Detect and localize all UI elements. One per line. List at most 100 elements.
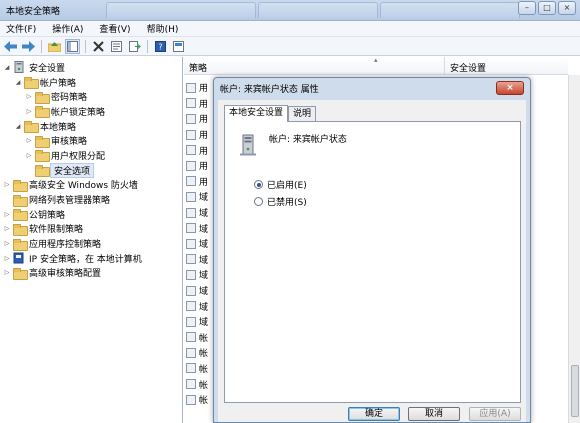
tree-node[interactable]: ▷ 审核策略 <box>0 133 182 148</box>
menu-help[interactable]: 帮助(H) <box>145 22 181 35</box>
collapsed-arrow-icon[interactable]: ▷ <box>3 240 11 248</box>
menu-file[interactable]: 文件(F) <box>4 22 38 35</box>
console-tree[interactable]: ◢ 安全设置 ◢ 帐户策略 ▷ 密码策略 ▷ 帐户锁定策略 ◢ 本地策略 ▷ 审核策略 ▷ 用户权限分配安… <box>0 57 183 423</box>
maximize-button[interactable]: □ <box>538 1 556 15</box>
table-row[interactable]: 用 <box>186 174 208 190</box>
properties-button[interactable] <box>109 39 124 54</box>
help-button[interactable]: ? <box>153 39 168 54</box>
collapsed-arrow-icon[interactable]: ▷ <box>3 269 11 277</box>
tree-node[interactable]: ▷ 密码策略 <box>0 89 182 104</box>
table-row[interactable]: 帐 <box>186 345 208 361</box>
table-row[interactable]: 用 <box>186 158 208 174</box>
expanded-arrow-icon[interactable]: ◢ <box>3 63 11 71</box>
disabled-radio[interactable] <box>254 197 263 206</box>
collapsed-arrow-icon[interactable]: ▷ <box>3 181 11 189</box>
tab-explain[interactable]: 说明 <box>288 106 317 121</box>
policy-item-icon <box>186 347 196 358</box>
delete-x-icon <box>93 40 104 52</box>
collapsed-arrow-icon[interactable]: ▷ <box>25 151 33 159</box>
table-row[interactable]: 用 <box>186 96 208 112</box>
table-row[interactable]: 域 <box>186 298 208 314</box>
policy-name: 域 <box>199 209 209 220</box>
enabled-radio[interactable] <box>254 180 263 189</box>
collapsed-arrow-icon[interactable]: ▷ <box>3 210 11 218</box>
tab-local-security-setting[interactable]: 本地安全设置 <box>224 105 289 122</box>
delete-button[interactable] <box>91 39 106 54</box>
folder-icon <box>35 106 50 119</box>
expanded-arrow-icon[interactable]: ◢ <box>14 78 22 86</box>
column-header-setting[interactable]: 安全设置 <box>450 61 486 74</box>
table-row[interactable]: 域 <box>186 205 208 221</box>
security-settings-icon <box>14 61 24 74</box>
folder-icon <box>35 165 50 178</box>
table-row[interactable]: 域 <box>186 314 208 330</box>
collapsed-arrow-icon[interactable]: ▷ <box>25 93 33 101</box>
snapin-view-button[interactable] <box>171 39 186 54</box>
minimize-button[interactable]: – <box>518 1 536 15</box>
expanded-arrow-icon[interactable]: ◢ <box>14 122 22 130</box>
column-header-policy[interactable]: 策略 <box>189 61 207 74</box>
table-row[interactable]: 域 <box>186 252 208 268</box>
tree-node[interactable]: ▷ 高级审核策略配置 <box>0 266 182 281</box>
tree-node[interactable]: ▷ 应用程序控制策略 <box>0 236 182 251</box>
menu-view[interactable]: 查看(V) <box>97 22 132 35</box>
table-row[interactable]: 用 <box>186 80 208 96</box>
up-level-button[interactable] <box>47 39 62 54</box>
policy-item-icon <box>186 98 196 109</box>
menu-action[interactable]: 操作(A) <box>50 22 85 35</box>
forward-button[interactable] <box>21 39 36 54</box>
table-row[interactable]: 帐 <box>186 376 208 392</box>
table-row[interactable]: 用 <box>186 127 208 143</box>
table-row[interactable]: 用 <box>186 111 208 127</box>
policy-item-icon <box>186 129 196 140</box>
collapsed-arrow-icon[interactable]: ▷ <box>3 225 11 233</box>
policy-name: 域 <box>199 302 209 313</box>
tree-node[interactable]: ▷ 帐户锁定策略 <box>0 104 182 119</box>
disabled-option[interactable]: 已禁用(S) <box>254 195 307 208</box>
tree-node[interactable]: ◢ 帐户策略 <box>0 75 182 90</box>
background-window-tab[interactable] <box>258 2 378 18</box>
policy-name: 用 <box>199 177 209 188</box>
tree-node[interactable]: 安全选项 <box>0 162 182 178</box>
tree-node[interactable]: ▷ 用户权限分配 <box>0 148 182 163</box>
table-row[interactable]: 用 <box>186 142 208 158</box>
collapsed-arrow-icon[interactable]: ▷ <box>25 107 33 115</box>
table-row[interactable]: 帐 <box>186 330 208 346</box>
table-row[interactable]: 域 <box>186 236 208 252</box>
tree-node[interactable]: 网络列表管理器策略 <box>0 192 182 207</box>
table-row[interactable]: 域 <box>186 189 208 205</box>
table-row[interactable]: 域 <box>186 267 208 283</box>
tree-node-label: 应用程序控制策略 <box>29 240 102 251</box>
export-list-button[interactable] <box>127 39 142 54</box>
tree-node[interactable]: ▷ 高级安全 Windows 防火墙 <box>0 178 182 193</box>
tree-node[interactable]: ▷ IP 安全策略，在 本地计算机 <box>0 251 182 266</box>
show-hide-console-tree-button[interactable] <box>65 38 80 54</box>
tree-node[interactable]: ▷ 软件限制策略 <box>0 222 182 237</box>
collapsed-arrow-icon[interactable]: ▷ <box>25 137 33 145</box>
cancel-button[interactable]: 取消 <box>408 407 460 421</box>
apply-button[interactable]: 应用(A) <box>469 407 521 421</box>
dialog-close-button[interactable]: × <box>496 81 524 95</box>
close-window-button[interactable]: × <box>558 1 576 15</box>
folder-icon <box>13 209 28 222</box>
table-row[interactable]: 域 <box>186 220 208 236</box>
scrollbar-thumb[interactable] <box>571 365 579 417</box>
tree-node[interactable]: ◢ 安全设置 <box>0 60 182 75</box>
policy-item-icon <box>186 394 196 405</box>
folder-up-icon <box>48 41 61 52</box>
tree-node[interactable]: ◢ 本地策略 <box>0 119 182 134</box>
forward-arrow-icon <box>22 40 35 52</box>
table-row[interactable]: 帐 <box>186 392 208 408</box>
column-divider[interactable] <box>444 57 445 75</box>
tree-node[interactable]: ▷ 公钥策略 <box>0 207 182 222</box>
table-row[interactable]: 域 <box>186 283 208 299</box>
background-window-tab[interactable] <box>106 2 256 18</box>
back-button[interactable] <box>3 39 18 54</box>
background-window-tab[interactable] <box>380 2 520 18</box>
ok-button[interactable]: 确定 <box>348 407 400 421</box>
enabled-option[interactable]: 已启用(E) <box>254 178 307 191</box>
vertical-scrollbar[interactable] <box>568 75 580 423</box>
table-row[interactable]: 帐 <box>186 361 208 377</box>
dialog-title: 帐户: 来宾帐户状态 属性 <box>220 85 319 95</box>
collapsed-arrow-icon[interactable]: ▷ <box>3 254 11 262</box>
